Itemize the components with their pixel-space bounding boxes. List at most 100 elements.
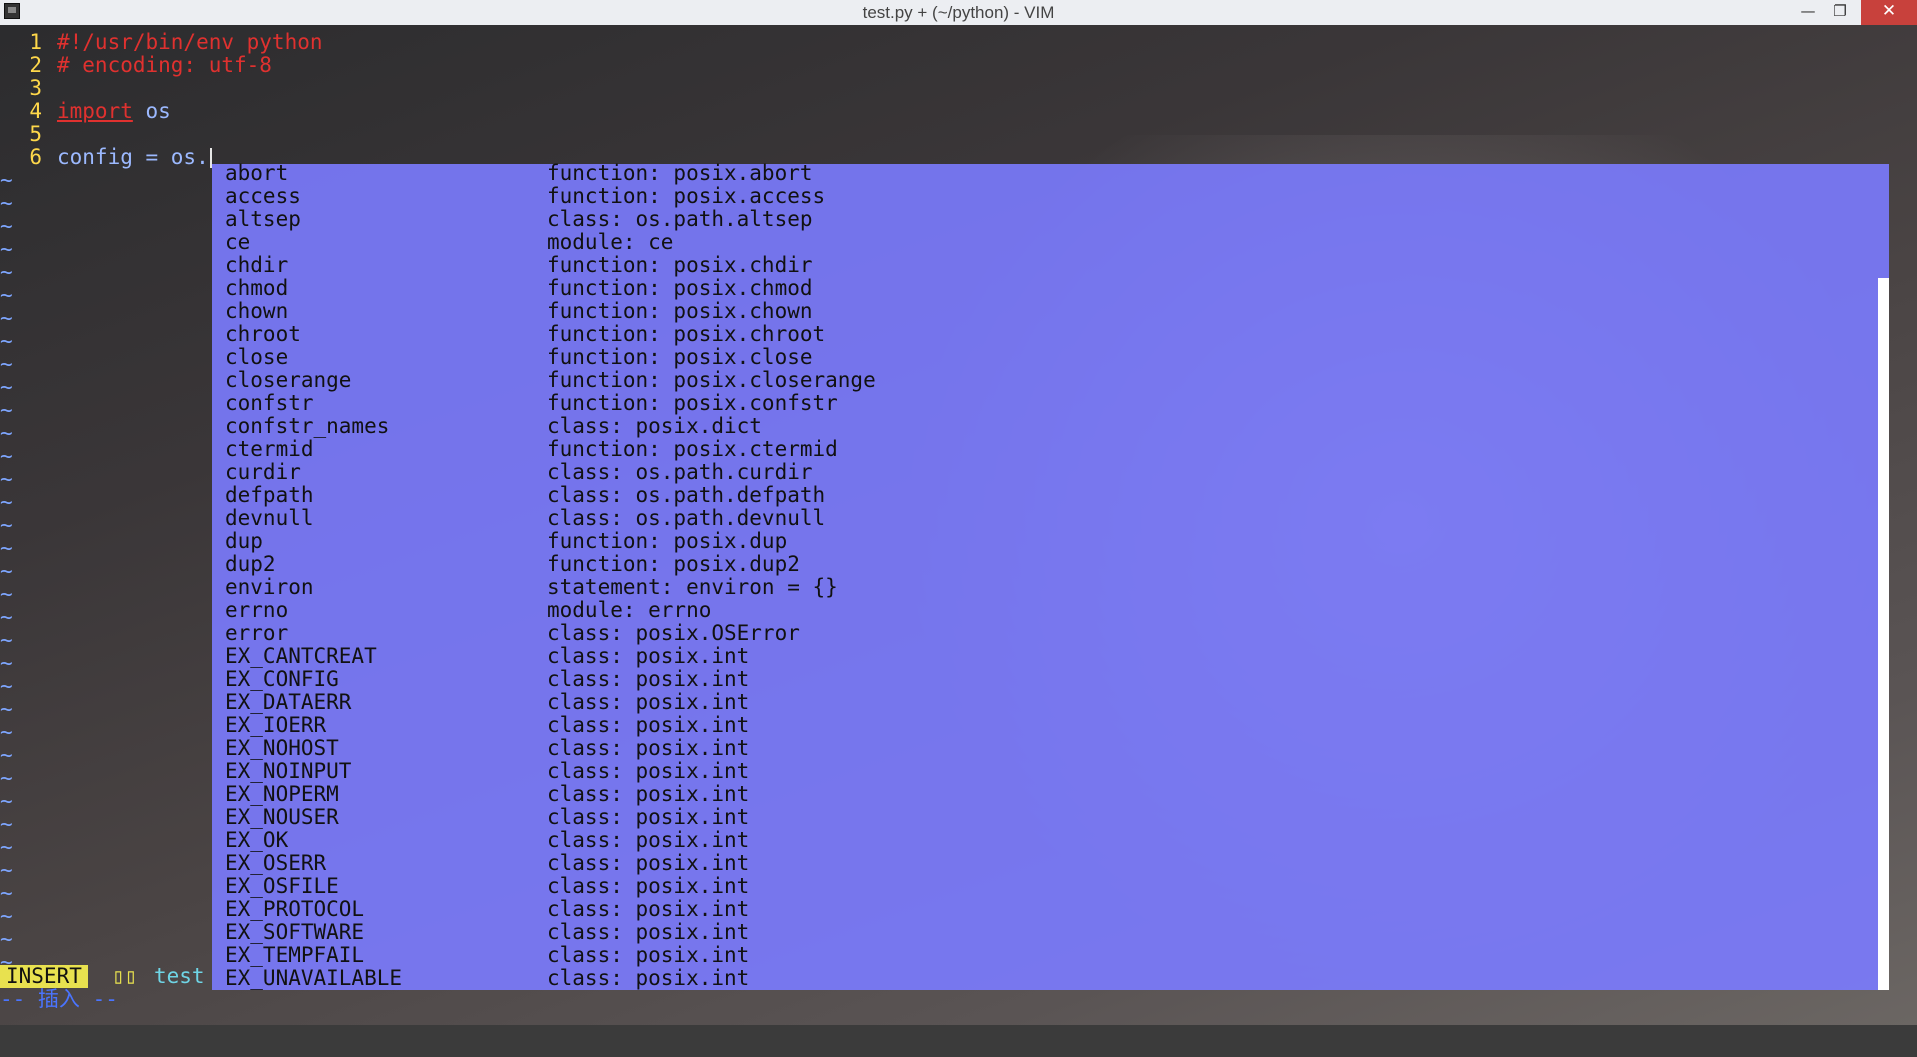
line-text[interactable]: #!/usr/bin/env python <box>57 31 323 54</box>
completion-kind: function: posix.chown <box>547 299 813 323</box>
line-text[interactable]: import os <box>57 100 171 123</box>
completion-item[interactable]: EX_IOERR class: posix.int <box>212 714 1889 737</box>
completion-item[interactable]: EX_NOHOST class: posix.int <box>212 737 1889 760</box>
tilde-marker: ~ <box>0 191 13 215</box>
tilde-marker: ~ <box>0 467 13 491</box>
completion-item[interactable]: chmod function: posix.chmod <box>212 277 1889 300</box>
maximize-button[interactable]: ❐ <box>1827 0 1853 25</box>
completion-kind: function: posix.abort <box>547 161 813 185</box>
tilde-marker: ~ <box>0 237 13 261</box>
line-comment: # encoding: utf-8 <box>57 53 272 77</box>
window-title: test.py + (~/python) - VIM <box>862 3 1055 22</box>
completion-item[interactable]: curdir class: os.path.curdir <box>212 461 1889 484</box>
completion-item[interactable]: EX_OSERR class: posix.int <box>212 852 1889 875</box>
completion-item[interactable]: EX_UNAVAILABLE class: posix.int <box>212 967 1889 990</box>
completion-item[interactable]: EX_CONFIG class: posix.int <box>212 668 1889 691</box>
completion-kind: class: posix.int <box>547 897 750 921</box>
completion-item[interactable]: closerange function: posix.closerange <box>212 369 1889 392</box>
completion-item[interactable]: access function: posix.access <box>212 185 1889 208</box>
completion-kind: class: posix.int <box>547 759 750 783</box>
completion-word: dup2 <box>225 552 276 576</box>
completion-item[interactable]: dup2 function: posix.dup2 <box>212 553 1889 576</box>
completion-item[interactable]: altsep class: os.path.altsep <box>212 208 1889 231</box>
minimize-button[interactable]: — <box>1795 0 1821 25</box>
completion-item[interactable]: confstr_names class: posix.dict <box>212 415 1889 438</box>
completion-item[interactable]: chdir function: posix.chdir <box>212 254 1889 277</box>
completion-kind: module: errno <box>547 598 712 622</box>
completion-kind: class: posix.int <box>547 943 750 967</box>
completion-kind: class: posix.int <box>547 782 750 806</box>
completion-item[interactable]: EX_SOFTWARE class: posix.int <box>212 921 1889 944</box>
close-button[interactable]: ✕ <box>1861 0 1917 25</box>
completion-word: abort <box>225 161 289 185</box>
completion-kind: function: posix.dup2 <box>547 552 800 576</box>
line-code: os <box>132 99 171 123</box>
completion-kind: class: posix.int <box>547 851 750 875</box>
completion-item[interactable]: chown function: posix.chown <box>212 300 1889 323</box>
completion-word: EX_CANTCREAT <box>225 644 377 668</box>
buffer-line[interactable]: 3 <box>0 77 1917 100</box>
completion-item[interactable]: EX_TEMPFAIL class: posix.int <box>212 944 1889 967</box>
completion-item[interactable]: EX_NOPERM class: posix.int <box>212 783 1889 806</box>
completion-item[interactable]: ctermid function: posix.ctermid <box>212 438 1889 461</box>
completion-word: EX_OSFILE <box>225 874 339 898</box>
completion-item[interactable]: abort function: posix.abort <box>212 162 1889 185</box>
buffer-line[interactable]: 2 # encoding: utf-8 <box>0 54 1917 77</box>
completion-kind: class: posix.int <box>547 667 750 691</box>
completion-kind: class: posix.int <box>547 805 750 829</box>
completion-item[interactable]: error class: posix.OSError <box>212 622 1889 645</box>
tilde-marker: ~ <box>0 720 13 744</box>
completion-word: altsep <box>225 207 301 231</box>
completion-word: EX_TEMPFAIL <box>225 943 365 967</box>
completion-kind: function: posix.dup <box>547 529 788 553</box>
buffer-line[interactable]: 4 import os <box>0 100 1917 123</box>
completion-word: chroot <box>225 322 301 346</box>
tilde-marker: ~ <box>0 168 13 192</box>
tilde-marker: ~ <box>0 375 13 399</box>
completion-item[interactable]: EX_OSFILE class: posix.int <box>212 875 1889 898</box>
completion-word: chown <box>225 299 289 323</box>
line-text[interactable]: # encoding: utf-8 <box>57 54 272 77</box>
completion-popup-menu[interactable]: abort function: posix.abort access function… <box>212 162 1889 990</box>
completion-kind: class: os.path.devnull <box>547 506 826 530</box>
completion-item[interactable]: confstr function: posix.confstr <box>212 392 1889 415</box>
completion-item[interactable]: EX_OK class: posix.int <box>212 829 1889 852</box>
completion-word: ce <box>225 230 251 254</box>
completion-word: EX_IOERR <box>225 713 327 737</box>
completion-item[interactable]: environ statement: environ = {} <box>212 576 1889 599</box>
completion-item[interactable]: EX_PROTOCOL class: posix.int <box>212 898 1889 921</box>
command-line-message: -- 插入 -- <box>0 987 118 1011</box>
completion-kind: function: posix.chroot <box>547 322 826 346</box>
line-number: 2 <box>29 53 42 77</box>
completion-item[interactable]: ce module: ce <box>212 231 1889 254</box>
tilde-marker: ~ <box>0 536 13 560</box>
completion-kind: class: posix.int <box>547 828 750 852</box>
completion-kind: module: ce <box>547 230 674 254</box>
completion-item[interactable]: chroot function: posix.chroot <box>212 323 1889 346</box>
title-bar: test.py + (~/python) - VIM — ❐ ✕ <box>0 0 1917 26</box>
completion-word: EX_NOUSER <box>225 805 339 829</box>
completion-word: environ <box>225 575 314 599</box>
completion-item[interactable]: EX_CANTCREAT class: posix.int <box>212 645 1889 668</box>
completion-kind: function: posix.access <box>547 184 826 208</box>
completion-item[interactable]: EX_NOINPUT class: posix.int <box>212 760 1889 783</box>
completion-item[interactable]: EX_DATAERR class: posix.int <box>212 691 1889 714</box>
line-text[interactable]: config = os. <box>57 146 212 169</box>
completion-item[interactable]: dup function: posix.dup <box>212 530 1889 553</box>
tilde-marker: ~ <box>0 306 13 330</box>
completion-item[interactable]: errno module: errno <box>212 599 1889 622</box>
completion-word: closerange <box>225 368 352 392</box>
tilde-marker: ~ <box>0 697 13 721</box>
completion-item[interactable]: devnull class: os.path.devnull <box>212 507 1889 530</box>
completion-item[interactable]: defpath class: os.path.defpath <box>212 484 1889 507</box>
buffer-line[interactable]: 1 #!/usr/bin/env python <box>0 31 1917 54</box>
completion-kind: function: posix.confstr <box>547 391 838 415</box>
completion-scrollbar[interactable] <box>1878 278 1889 990</box>
completion-item[interactable]: close function: posix.close <box>212 346 1889 369</box>
tilde-marker: ~ <box>0 329 13 353</box>
tilde-marker: ~ <box>0 513 13 537</box>
completion-item[interactable]: EX_NOUSER class: posix.int <box>212 806 1889 829</box>
completion-kind: function: posix.close <box>547 345 813 369</box>
completion-word: EX_OSERR <box>225 851 327 875</box>
buffer-line[interactable]: 5 <box>0 123 1917 146</box>
